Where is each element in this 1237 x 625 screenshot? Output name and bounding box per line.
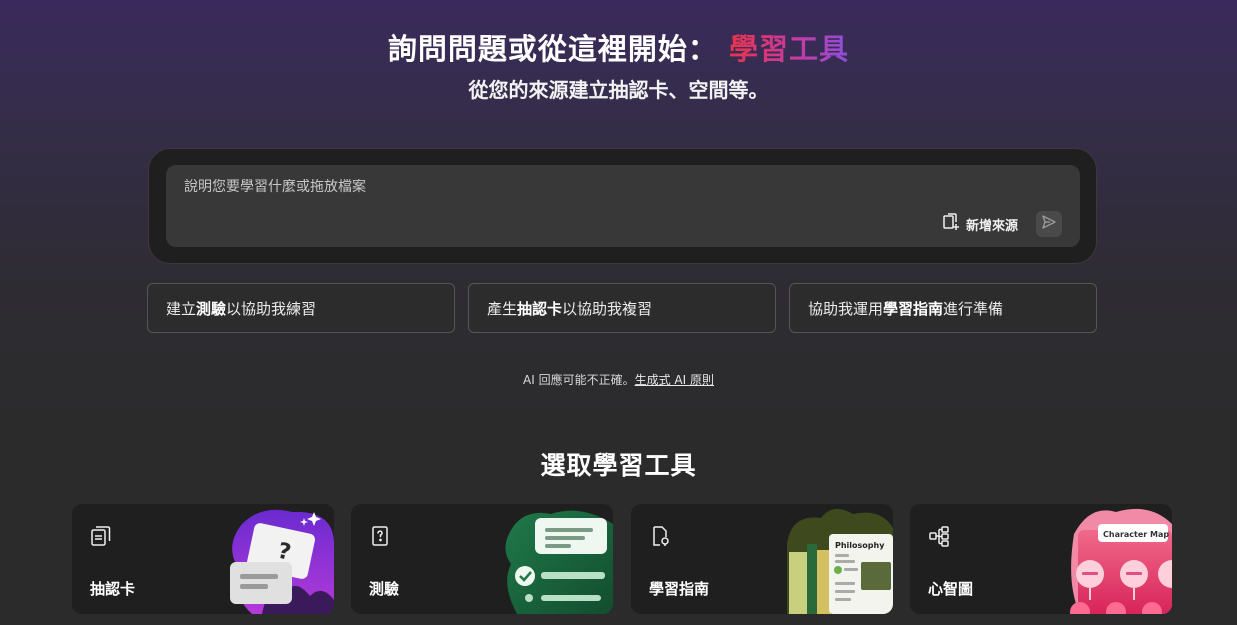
disclaimer-text: AI 回應可能不正確。	[523, 373, 635, 387]
flashcards-illustration: ?	[222, 504, 334, 614]
page-title-prefix: 詢問問題或從這裡開始：	[387, 32, 718, 66]
prompt-input[interactable]	[184, 179, 884, 195]
ai-principles-link[interactable]: 生成式 AI 原則	[635, 373, 714, 387]
page-subtitle: 從您的來源建立抽認卡、空間等。	[468, 78, 769, 102]
suggestion-text: 協助我運用學習指南進行準備	[808, 299, 1004, 318]
suggestion-text: 建立測驗以協助我練習	[166, 299, 317, 318]
ai-disclaimer: AI 回應可能不正確。生成式 AI 原則	[0, 371, 1237, 388]
mind-map-illustration: Character Map	[1060, 504, 1172, 614]
study-guide-icon	[648, 524, 672, 548]
quiz-illustration	[501, 504, 613, 614]
suggestion-list: 建立測驗以協助我練習 產生抽認卡以協助我複習 協助我運用學習指南進行準備	[147, 283, 1097, 333]
add-source-label: 新增來源	[966, 218, 1019, 234]
tool-label: 抽認卡	[90, 580, 136, 598]
suggestion-study-guide[interactable]: 協助我運用學習指南進行準備	[789, 283, 1097, 333]
tool-card-quiz[interactable]: 測驗	[351, 504, 613, 614]
prompt-container: 新增來源	[148, 148, 1097, 264]
tool-label: 測驗	[369, 580, 400, 598]
tool-label: 學習指南	[649, 580, 710, 598]
prompt-box: 新增來源	[166, 165, 1080, 247]
suggestion-quiz[interactable]: 建立測驗以協助我練習	[147, 283, 455, 333]
flashcards-icon	[89, 524, 113, 548]
page-title: 詢問問題或從這裡開始： 學習工具	[0, 26, 1237, 68]
add-source-button[interactable]: 新增來源	[942, 213, 1019, 235]
tools-section-title: 選取學習工具	[540, 451, 697, 480]
study-guide-art-heading: Philosophy	[835, 541, 885, 550]
quiz-icon	[368, 524, 392, 548]
mind-map-art-caption: Character Map	[1103, 530, 1169, 539]
study-guide-illustration: Philosophy	[781, 504, 893, 614]
page-title-accent: 學習工具	[729, 32, 850, 66]
tool-card-flashcards[interactable]: 抽認卡 ?	[72, 504, 334, 614]
send-icon	[1041, 214, 1057, 234]
tool-card-study-guide[interactable]: 學習指南 Philosophy	[631, 504, 893, 614]
tool-label: 心智圖	[928, 580, 974, 598]
suggestion-text: 產生抽認卡以協助我複習	[487, 299, 653, 318]
add-document-icon	[942, 213, 960, 235]
suggestion-flashcards[interactable]: 產生抽認卡以協助我複習	[468, 283, 776, 333]
send-button[interactable]	[1036, 211, 1062, 237]
mind-map-icon	[927, 524, 951, 548]
tool-card-mind-map[interactable]: 心智圖 Character Map	[910, 504, 1172, 614]
